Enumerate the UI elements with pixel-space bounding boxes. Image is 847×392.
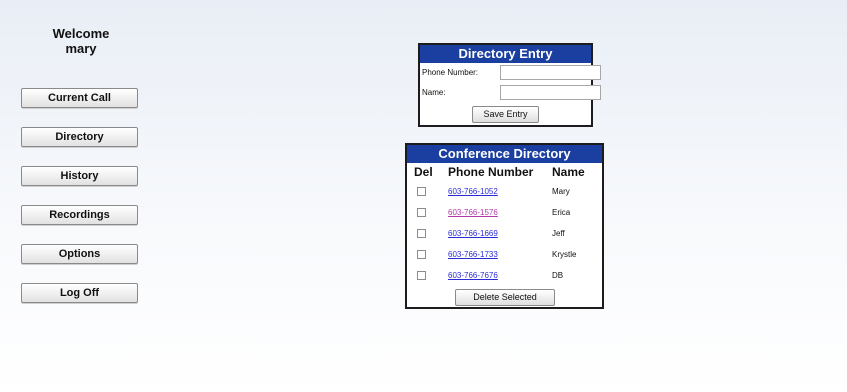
name-input[interactable] bbox=[500, 85, 601, 100]
phone-link[interactable]: 603-766-1576 bbox=[448, 208, 498, 217]
phone-number-label: Phone Number: bbox=[422, 68, 479, 77]
delete-checkbox[interactable] bbox=[417, 229, 426, 239]
del-column-header: Del bbox=[414, 165, 433, 179]
directory-entry-panel: Directory Entry Phone Number: Name: Save… bbox=[418, 43, 601, 127]
contact-name: Jeff bbox=[552, 229, 565, 238]
conference-directory-title: Conference Directory bbox=[407, 145, 602, 163]
phone-number-input[interactable] bbox=[500, 65, 601, 80]
table-header-row: Del Phone Number Name bbox=[407, 163, 602, 181]
log-off-button[interactable]: Log Off bbox=[21, 283, 138, 303]
delete-selected-button[interactable]: Delete Selected bbox=[455, 289, 555, 306]
table-row: 603-766-7676 DB bbox=[407, 265, 602, 286]
table-row: 603-766-1733 Krystle bbox=[407, 244, 602, 265]
delete-checkbox[interactable] bbox=[417, 271, 426, 281]
contact-name: Erica bbox=[552, 208, 571, 217]
current-call-button[interactable]: Current Call bbox=[21, 88, 138, 108]
save-entry-button[interactable]: Save Entry bbox=[472, 106, 539, 123]
contact-name: DB bbox=[552, 271, 564, 280]
welcome-label: Welcome bbox=[52, 26, 110, 41]
phone-link[interactable]: 603-766-1052 bbox=[448, 187, 498, 196]
contact-name: Mary bbox=[552, 187, 570, 196]
welcome-block: Welcome mary bbox=[22, 26, 140, 56]
history-button[interactable]: History bbox=[21, 166, 138, 186]
phone-column-header: Phone Number bbox=[448, 165, 534, 179]
table-row: 603-766-1052 Mary bbox=[407, 181, 602, 202]
username: mary bbox=[65, 41, 97, 56]
directory-entry-title: Directory Entry bbox=[420, 45, 591, 63]
recordings-button[interactable]: Recordings bbox=[21, 205, 138, 225]
delete-checkbox[interactable] bbox=[417, 250, 426, 260]
phone-link[interactable]: 603-766-1733 bbox=[448, 250, 498, 259]
conference-directory-table: Del Phone Number Name 603-766-1052 Mary … bbox=[407, 163, 602, 286]
contact-name: Krystle bbox=[552, 250, 577, 259]
conference-directory-panel: Conference Directory Del Phone Number Na… bbox=[405, 143, 604, 309]
table-row: 603-766-1669 Jeff bbox=[407, 223, 602, 244]
options-button[interactable]: Options bbox=[21, 244, 138, 264]
name-column-header: Name bbox=[552, 165, 585, 179]
delete-checkbox[interactable] bbox=[417, 187, 426, 197]
phone-link[interactable]: 603-766-7676 bbox=[448, 271, 498, 280]
directory-button[interactable]: Directory bbox=[21, 127, 138, 147]
phone-link[interactable]: 603-766-1669 bbox=[448, 229, 498, 238]
delete-checkbox[interactable] bbox=[417, 208, 426, 218]
table-row: 603-766-1576 Erica bbox=[407, 202, 602, 223]
name-label: Name: bbox=[422, 88, 446, 97]
